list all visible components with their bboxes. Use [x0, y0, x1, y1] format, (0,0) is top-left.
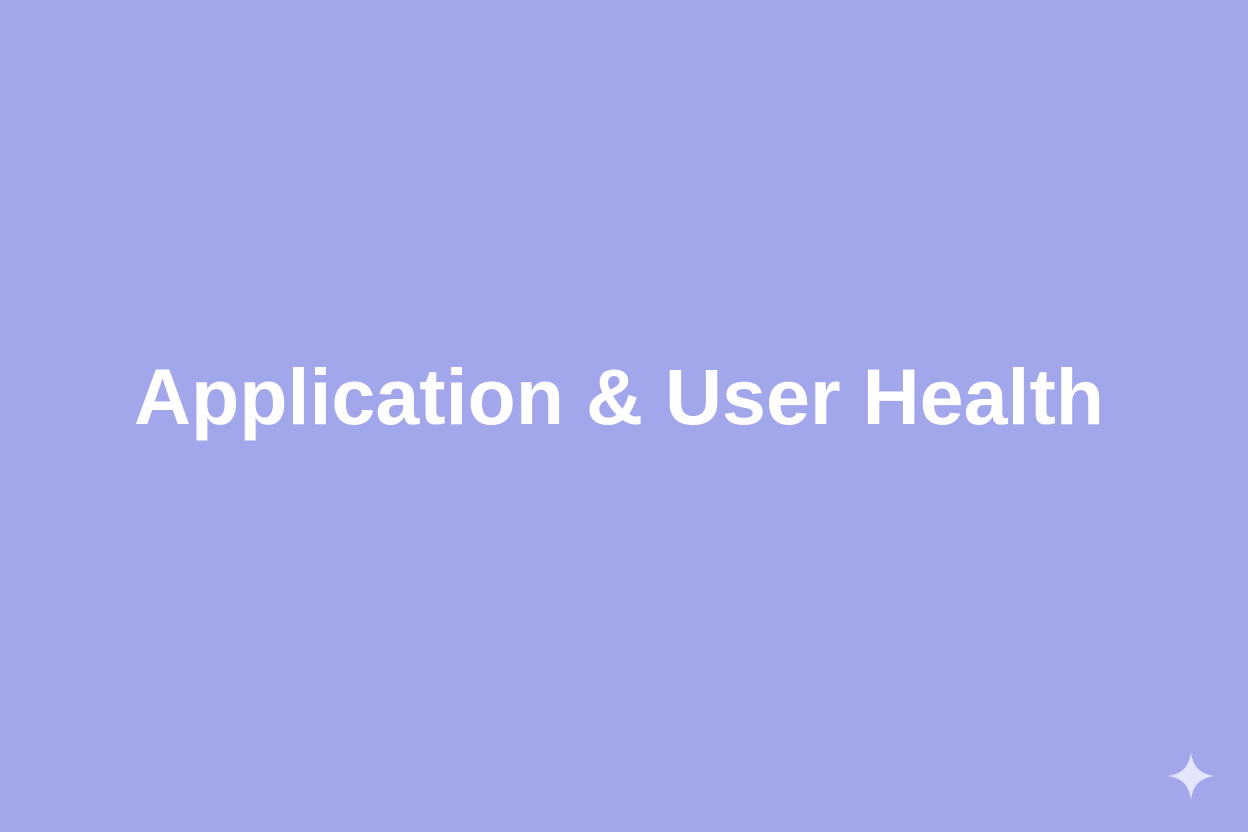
slide-canvas: Application & User Health	[0, 0, 1248, 832]
slide-title: Application & User Health	[133, 352, 1105, 441]
sparkle-icon	[1167, 752, 1215, 800]
